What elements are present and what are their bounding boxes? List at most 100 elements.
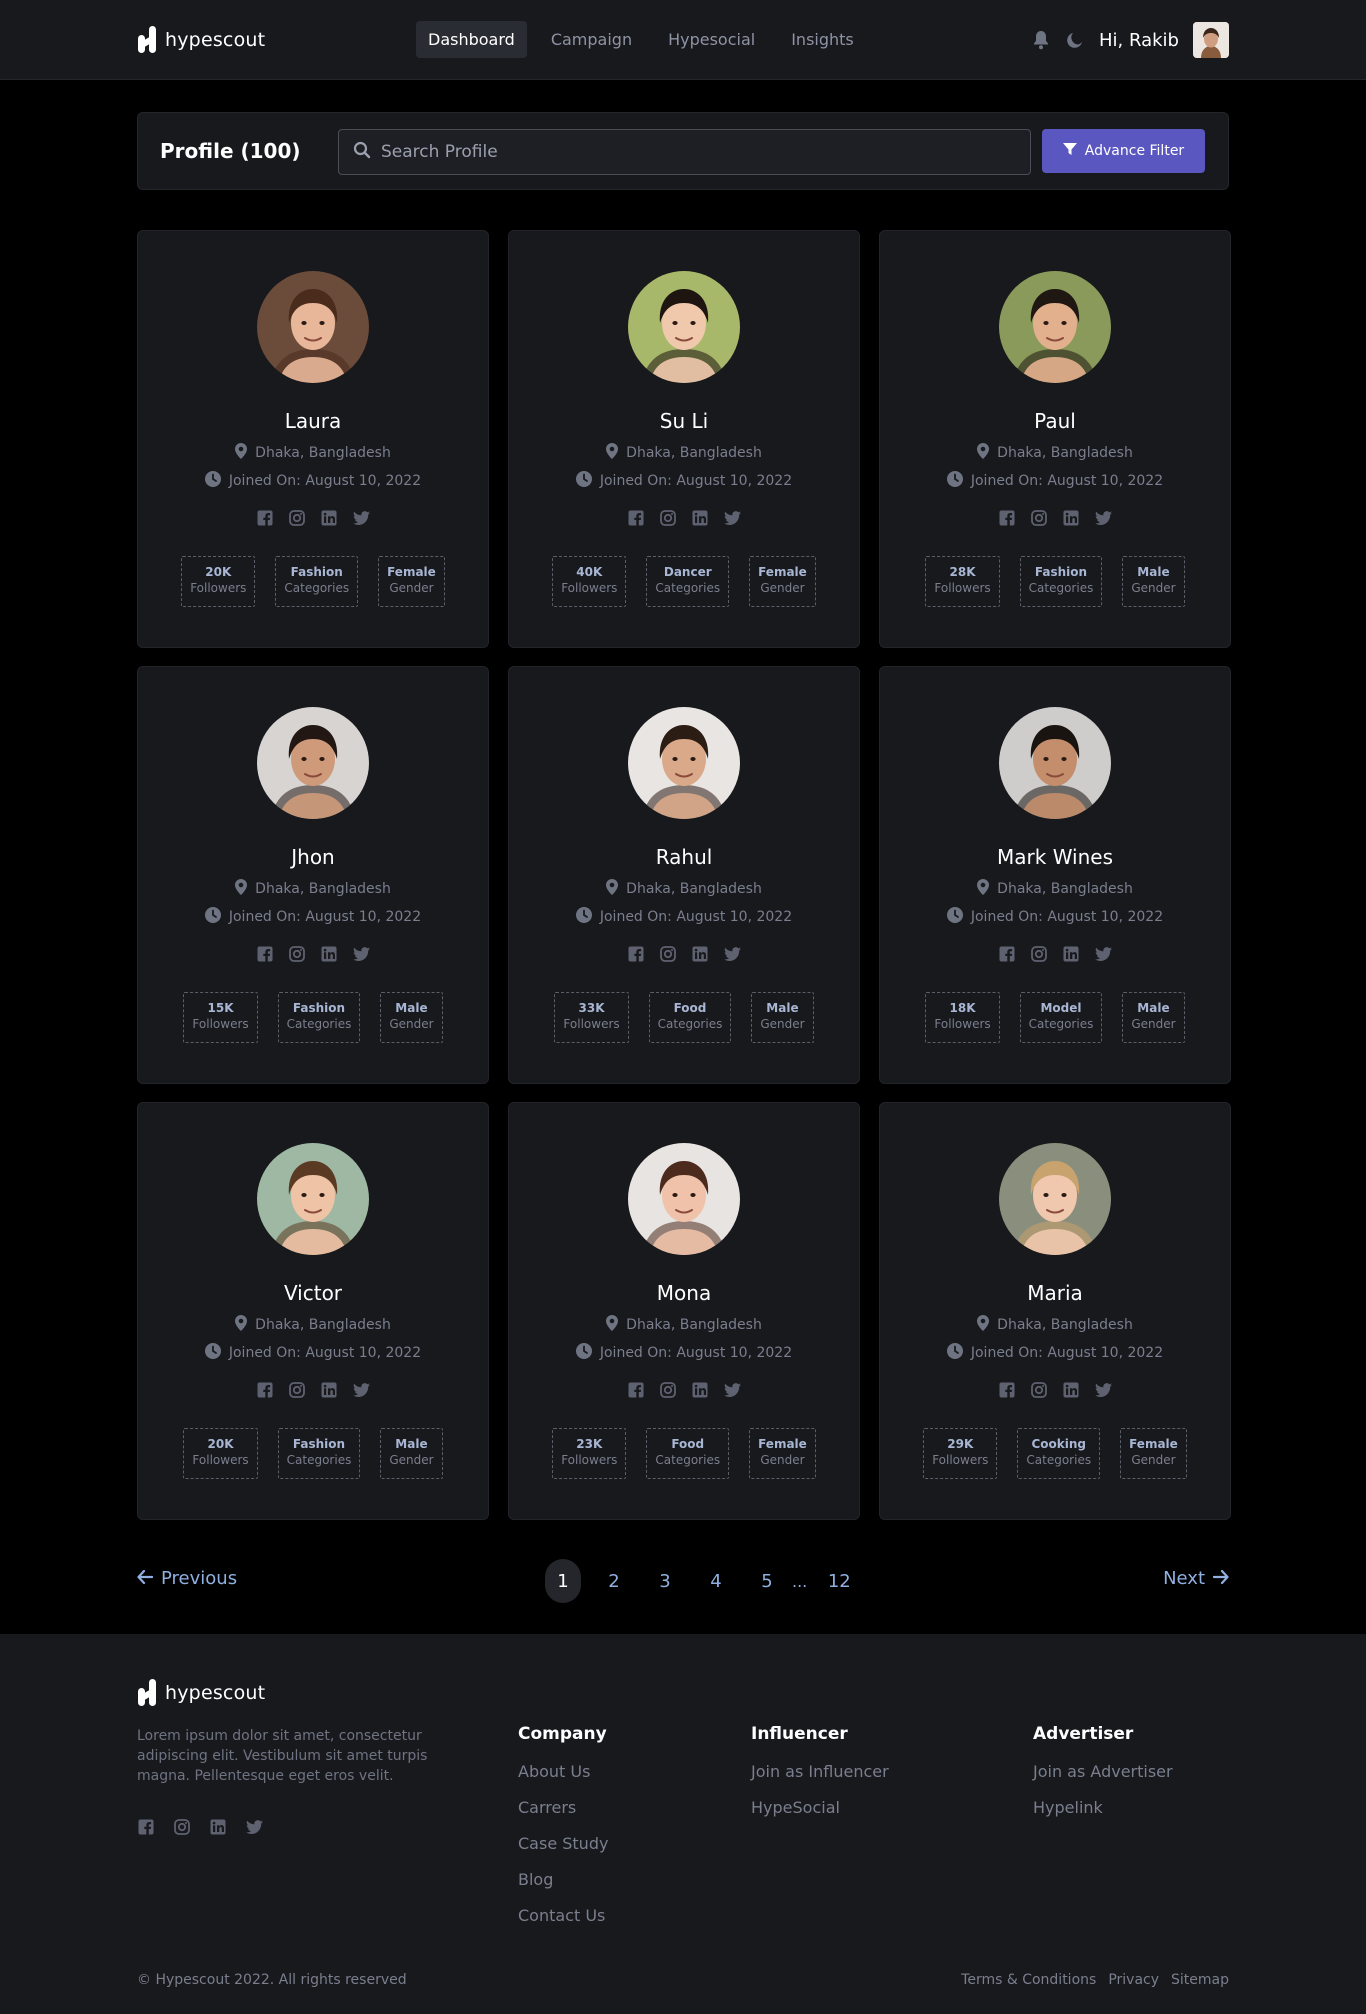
- facebook-icon[interactable]: [998, 1381, 1016, 1399]
- facebook-icon[interactable]: [627, 945, 645, 963]
- profile-avatar[interactable]: [999, 707, 1111, 819]
- bell-icon[interactable]: [1031, 30, 1051, 50]
- facebook-icon[interactable]: [998, 509, 1016, 527]
- terms-link[interactable]: Terms & Conditions: [961, 1972, 1096, 1988]
- profile-name[interactable]: Mona: [509, 1281, 859, 1305]
- brand-logo[interactable]: hypescout: [137, 25, 265, 55]
- linkedin-icon[interactable]: [1062, 509, 1080, 527]
- twitter-icon[interactable]: [352, 945, 370, 963]
- user-avatar[interactable]: [1193, 22, 1229, 58]
- page-5-button[interactable]: 5: [749, 1559, 785, 1603]
- profile-card[interactable]: Paul Dhaka, Bangladesh Joined On: August 1…: [879, 230, 1231, 648]
- footer-link-about-us[interactable]: About Us: [518, 1762, 608, 1782]
- instagram-icon[interactable]: [1030, 945, 1048, 963]
- profile-card[interactable]: Rahul Dhaka, Bangladesh Joined On: August …: [508, 666, 860, 1084]
- profile-name[interactable]: Su Li: [509, 409, 859, 433]
- profile-card[interactable]: Jhon Dhaka, Bangladesh Joined On: August 1…: [137, 666, 489, 1084]
- twitter-icon[interactable]: [1094, 1381, 1112, 1399]
- facebook-icon[interactable]: [627, 1381, 645, 1399]
- profile-card[interactable]: Laura Dhaka, Bangladesh Joined On: August …: [137, 230, 489, 648]
- profile-card[interactable]: Mark Wines Dhaka, Bangladesh Joined On: Au…: [879, 666, 1231, 1084]
- profile-name[interactable]: Mark Wines: [880, 845, 1230, 869]
- twitter-icon[interactable]: [245, 1818, 263, 1836]
- profile-card[interactable]: Mona Dhaka, Bangladesh Joined On: August 1…: [508, 1102, 860, 1520]
- advance-filter-button[interactable]: Advance Filter: [1042, 129, 1205, 173]
- twitter-icon[interactable]: [723, 509, 741, 527]
- profile-name[interactable]: Maria: [880, 1281, 1230, 1305]
- footer-link-case-study[interactable]: Case Study: [518, 1834, 608, 1854]
- profile-avatar[interactable]: [628, 707, 740, 819]
- instagram-icon[interactable]: [1030, 1381, 1048, 1399]
- linkedin-icon[interactable]: [320, 509, 338, 527]
- instagram-icon[interactable]: [288, 1381, 306, 1399]
- footer-link-hypesocial[interactable]: HypeSocial: [751, 1798, 889, 1818]
- twitter-icon[interactable]: [352, 509, 370, 527]
- instagram-icon[interactable]: [1030, 509, 1048, 527]
- footer-link-join-influencer[interactable]: Join as Influencer: [751, 1762, 889, 1782]
- footer-link-contact-us[interactable]: Contact Us: [518, 1906, 608, 1926]
- search-profile-field[interactable]: [381, 142, 981, 162]
- twitter-icon[interactable]: [1094, 509, 1112, 527]
- moon-icon[interactable]: [1065, 30, 1085, 50]
- instagram-icon[interactable]: [659, 945, 677, 963]
- profile-card[interactable]: Maria Dhaka, Bangladesh Joined On: August …: [879, 1102, 1231, 1520]
- profile-avatar[interactable]: [257, 271, 369, 383]
- instagram-icon[interactable]: [659, 509, 677, 527]
- instagram-icon[interactable]: [659, 1381, 677, 1399]
- twitter-icon[interactable]: [352, 1381, 370, 1399]
- page-4-button[interactable]: 4: [698, 1559, 734, 1603]
- footer-link-carrers[interactable]: Carrers: [518, 1798, 608, 1818]
- nav-insights[interactable]: Insights: [779, 21, 866, 58]
- linkedin-icon[interactable]: [691, 509, 709, 527]
- page-1-button[interactable]: 1: [545, 1559, 581, 1603]
- profile-name[interactable]: Paul: [880, 409, 1230, 433]
- profile-avatar[interactable]: [999, 271, 1111, 383]
- profile-avatar[interactable]: [257, 707, 369, 819]
- linkedin-icon[interactable]: [1062, 945, 1080, 963]
- page-3-button[interactable]: 3: [647, 1559, 683, 1603]
- footer-link-join-advertiser[interactable]: Join as Advertiser: [1033, 1762, 1173, 1782]
- profile-joined: Joined On: August 10, 2022: [138, 471, 488, 491]
- search-input[interactable]: [338, 129, 1031, 175]
- privacy-link[interactable]: Privacy: [1108, 1972, 1159, 1988]
- linkedin-icon[interactable]: [691, 945, 709, 963]
- nav-dashboard[interactable]: Dashboard: [416, 21, 527, 58]
- nav-hypesocial[interactable]: Hypesocial: [656, 21, 767, 58]
- linkedin-icon[interactable]: [209, 1818, 227, 1836]
- linkedin-icon[interactable]: [320, 945, 338, 963]
- profile-avatar[interactable]: [628, 1143, 740, 1255]
- profile-avatar[interactable]: [628, 271, 740, 383]
- profile-name[interactable]: Laura: [138, 409, 488, 433]
- next-page-button[interactable]: Next: [1163, 1568, 1229, 1589]
- profile-avatar[interactable]: [257, 1143, 369, 1255]
- profile-card[interactable]: Victor Dhaka, Bangladesh Joined On: August…: [137, 1102, 489, 1520]
- instagram-icon[interactable]: [173, 1818, 191, 1836]
- footer-link-blog[interactable]: Blog: [518, 1870, 608, 1890]
- profile-name[interactable]: Jhon: [138, 845, 488, 869]
- facebook-icon[interactable]: [137, 1818, 155, 1836]
- twitter-icon[interactable]: [723, 1381, 741, 1399]
- instagram-icon[interactable]: [288, 509, 306, 527]
- footer-brand-logo[interactable]: hypescout: [137, 1678, 265, 1708]
- page-2-button[interactable]: 2: [596, 1559, 632, 1603]
- linkedin-icon[interactable]: [1062, 1381, 1080, 1399]
- profile-name[interactable]: Rahul: [509, 845, 859, 869]
- nav-campaign[interactable]: Campaign: [539, 21, 644, 58]
- facebook-icon[interactable]: [256, 1381, 274, 1399]
- profile-avatar[interactable]: [999, 1143, 1111, 1255]
- page-12-button[interactable]: 12: [821, 1559, 857, 1603]
- twitter-icon[interactable]: [1094, 945, 1112, 963]
- linkedin-icon[interactable]: [320, 1381, 338, 1399]
- facebook-icon[interactable]: [256, 945, 274, 963]
- instagram-icon[interactable]: [288, 945, 306, 963]
- facebook-icon[interactable]: [998, 945, 1016, 963]
- sitemap-link[interactable]: Sitemap: [1171, 1972, 1229, 1988]
- footer-link-hypelink[interactable]: Hypelink: [1033, 1798, 1173, 1818]
- previous-page-button[interactable]: Previous: [137, 1568, 237, 1589]
- facebook-icon[interactable]: [627, 509, 645, 527]
- facebook-icon[interactable]: [256, 509, 274, 527]
- profile-name[interactable]: Victor: [138, 1281, 488, 1305]
- profile-card[interactable]: Su Li Dhaka, Bangladesh Joined On: August …: [508, 230, 860, 648]
- linkedin-icon[interactable]: [691, 1381, 709, 1399]
- twitter-icon[interactable]: [723, 945, 741, 963]
